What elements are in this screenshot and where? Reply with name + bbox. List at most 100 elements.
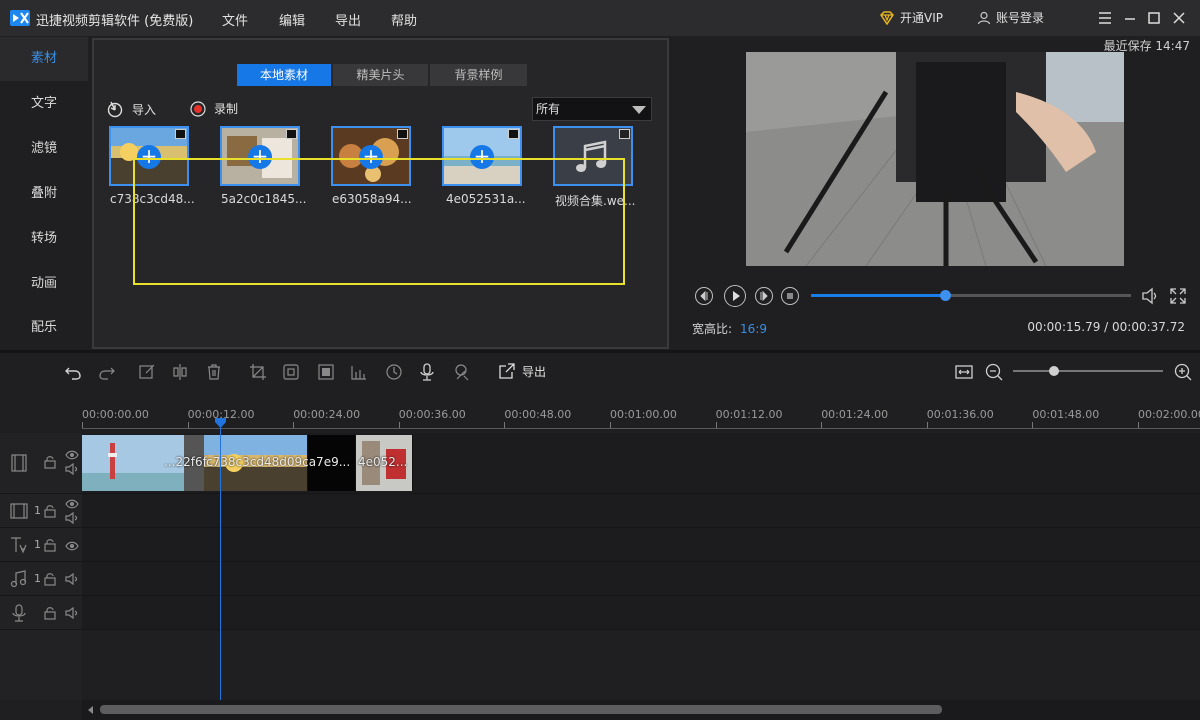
time-ruler[interactable]: 00:00:00.00 00:00:12.00 00:00:24.00 00:00:3… (82, 401, 1200, 433)
timeline-export-button[interactable]: 导出 (498, 362, 546, 380)
eye-icon[interactable] (65, 498, 79, 512)
speaker-icon[interactable] (65, 511, 79, 527)
lock-icon[interactable] (43, 538, 57, 555)
speaker-icon[interactable] (65, 606, 79, 622)
add-to-timeline-icon[interactable]: + (137, 145, 161, 169)
media-item-thumbnail[interactable]: + (220, 126, 300, 186)
scrollbar-thumb[interactable] (100, 705, 942, 714)
menu-export[interactable]: 导出 (335, 10, 361, 29)
close-icon[interactable] (1171, 10, 1187, 26)
lock-icon[interactable] (43, 572, 57, 589)
edit-icon[interactable] (137, 362, 157, 382)
video-badge-icon (175, 129, 186, 139)
ruler-tick-label: 00:01:36.00 (926, 408, 994, 421)
eye-icon[interactable] (65, 540, 79, 554)
fullscreen-icon[interactable] (1168, 286, 1188, 306)
track-number: 1 (34, 538, 41, 551)
sidebar-item-animation[interactable]: 动画 (0, 262, 88, 306)
sidebar-item-music[interactable]: 配乐 (0, 306, 88, 350)
menu-edit[interactable]: 编辑 (279, 10, 305, 29)
microphone-icon[interactable] (417, 362, 437, 382)
scroll-left-icon[interactable] (88, 706, 93, 714)
speaker-icon[interactable] (65, 462, 79, 478)
delete-icon[interactable] (204, 362, 224, 382)
play-button[interactable] (724, 285, 746, 307)
speed-clock-icon[interactable] (384, 362, 404, 382)
voiceover-track[interactable] (82, 596, 1200, 630)
undo-icon[interactable] (63, 362, 83, 382)
text-track[interactable] (82, 528, 1200, 562)
sidebar-item-media[interactable]: 素材 (0, 37, 88, 81)
fit-timeline-icon[interactable] (954, 362, 974, 382)
empty-track-area (82, 630, 1200, 700)
sidebar-item-filter[interactable]: 滤镜 (0, 127, 88, 171)
login-label: 账号登录 (996, 11, 1045, 25)
sidebar-item-transition[interactable]: 转场 (0, 217, 88, 261)
speaker-icon[interactable] (65, 572, 79, 588)
volume-icon[interactable] (1140, 286, 1160, 306)
hamburger-menu-icon[interactable] (1097, 10, 1113, 26)
media-item-thumbnail[interactable] (553, 126, 633, 186)
media-item-name: 5a2c0c1845... (221, 192, 307, 206)
media-item-name: 视频合集.we... (555, 194, 636, 208)
playhead-line[interactable] (220, 422, 221, 700)
music-track[interactable] (82, 562, 1200, 596)
eye-icon[interactable] (65, 449, 79, 463)
lock-icon[interactable] (43, 504, 57, 521)
voice-effect-icon[interactable] (452, 362, 472, 382)
split-icon[interactable] (170, 362, 190, 382)
zoom-slider[interactable] (1013, 366, 1163, 376)
add-to-timeline-icon[interactable]: + (248, 145, 272, 169)
audio-badge-icon (619, 129, 630, 139)
zoom-slider-handle[interactable] (1048, 366, 1059, 376)
video-preview (746, 52, 1124, 266)
record-button[interactable]: 录制 (190, 100, 238, 117)
stop-button[interactable] (781, 287, 799, 305)
next-frame-button[interactable] (755, 287, 773, 305)
vip-button[interactable]: 开通VIP (879, 9, 943, 26)
playback-progress-handle[interactable] (939, 290, 951, 301)
audio-levels-icon[interactable] (349, 362, 369, 382)
media-item-name: c738c3cd48... (110, 192, 195, 206)
text-track-header: 1 (0, 528, 82, 562)
aspect-ratio-value[interactable]: 16:9 (740, 322, 767, 336)
previous-frame-button[interactable] (695, 287, 713, 305)
sidebar-item-text[interactable]: 文字 (0, 82, 88, 126)
video-frame-image (746, 52, 1124, 266)
tab-background-samples[interactable]: 背景样例 (430, 64, 527, 86)
maximize-icon[interactable] (1146, 10, 1162, 26)
sidebar-item-overlay[interactable]: 叠附 (0, 172, 88, 216)
lock-icon[interactable] (43, 455, 57, 472)
tab-local-media[interactable]: 本地素材 (237, 64, 331, 86)
overlay-track[interactable] (82, 494, 1200, 528)
tab-intro-clips[interactable]: 精美片头 (333, 64, 428, 86)
playback-progress-fill (811, 294, 945, 297)
media-item-thumbnail[interactable]: + (331, 126, 411, 186)
media-filter-select[interactable]: 所有 (532, 97, 652, 121)
zoom-in-icon[interactable] (1173, 362, 1193, 382)
lock-icon[interactable] (43, 606, 57, 623)
add-to-timeline-icon[interactable]: + (359, 145, 383, 169)
redo-icon[interactable] (97, 362, 117, 382)
ruler-tick (715, 422, 717, 428)
add-to-timeline-icon[interactable]: + (470, 145, 494, 169)
login-button[interactable]: 账号登录 (977, 9, 1044, 26)
media-item-thumbnail[interactable]: + (109, 126, 189, 186)
video-track-header (0, 433, 82, 494)
track-number: 1 (34, 504, 41, 517)
crop-icon[interactable] (248, 362, 268, 382)
clip-label: c738c3cd48d09ca7e9... (206, 455, 351, 469)
resize-icon[interactable] (281, 362, 301, 382)
import-button[interactable]: 导入 (106, 100, 156, 118)
export-icon (499, 363, 515, 379)
media-item-thumbnail[interactable]: + (442, 126, 522, 186)
menu-help[interactable]: 帮助 (391, 10, 417, 29)
timeline-scrollbar[interactable] (82, 700, 1200, 720)
zoom-out-icon[interactable] (984, 362, 1004, 382)
playback-progress-bar[interactable] (811, 290, 1131, 301)
menu-file[interactable]: 文件 (222, 10, 248, 29)
video-track[interactable]: ...22f6f... c738c3cd48d09ca7e9... 4e052.… (82, 433, 1200, 494)
ruler-tick (504, 422, 506, 428)
mosaic-icon[interactable] (316, 362, 336, 382)
minimize-icon[interactable] (1122, 10, 1138, 26)
